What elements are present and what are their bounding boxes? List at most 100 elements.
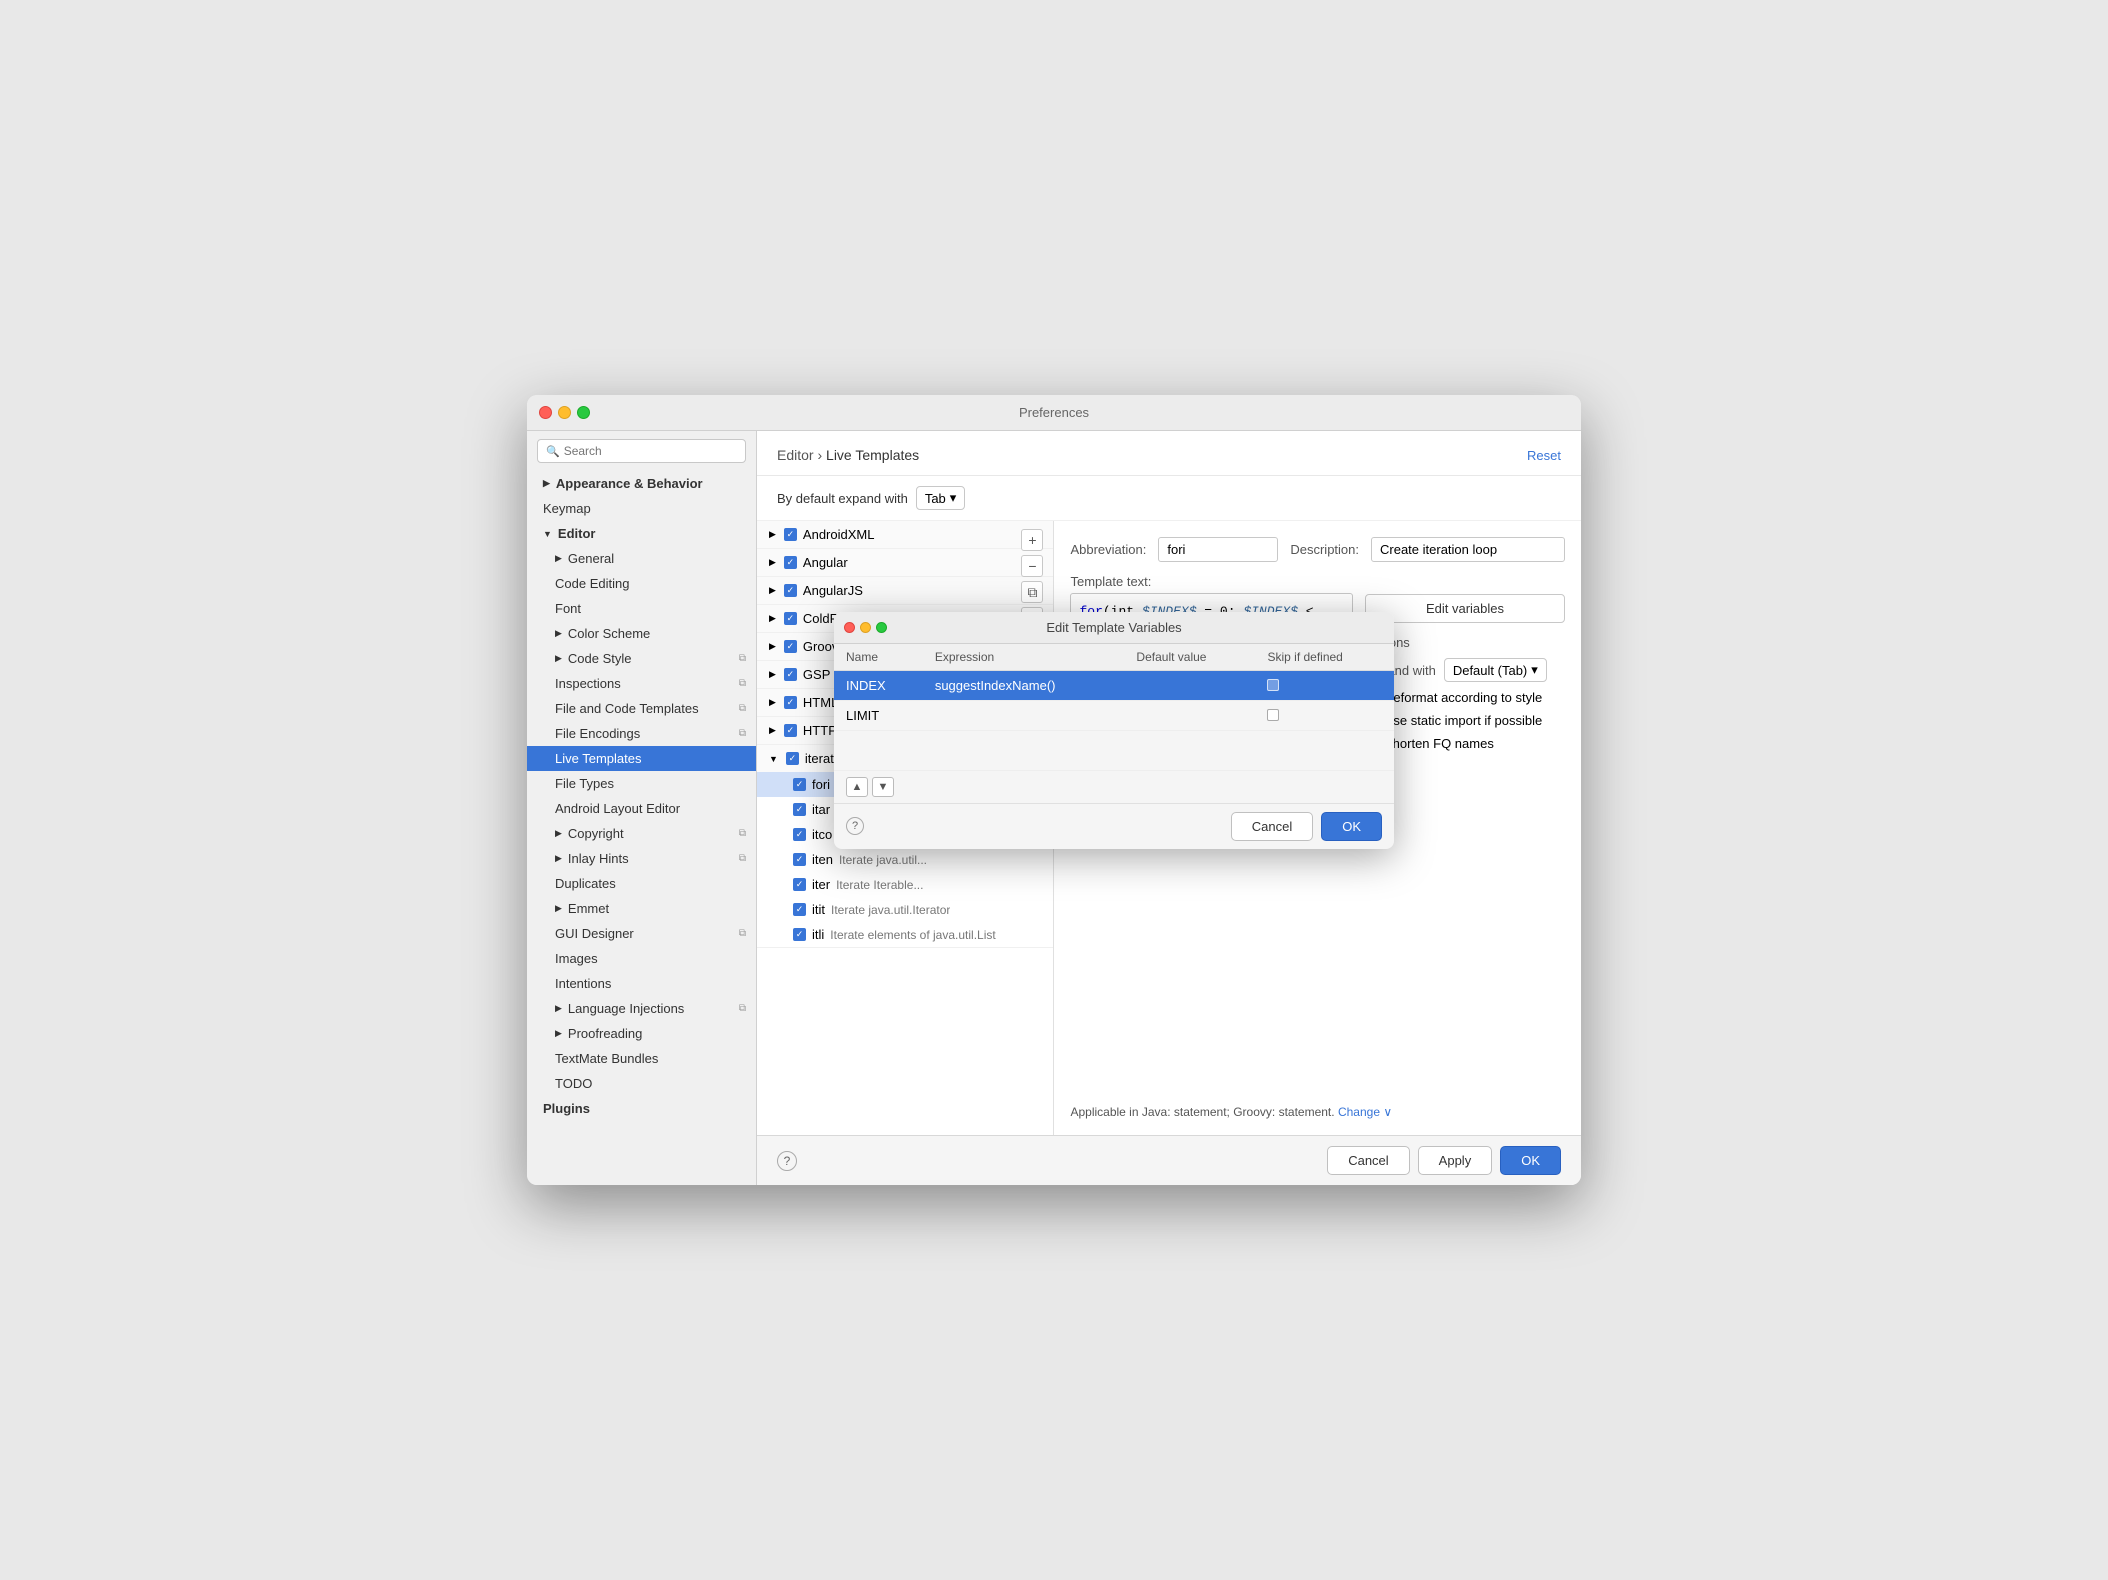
modal-close-button[interactable] [844,622,855,633]
modal-cancel-button[interactable]: Cancel [1231,812,1313,841]
chevron-right-icon: ▶ [555,1003,562,1014]
group-angularjs-header[interactable]: ▶ AngularJS [757,577,1053,604]
sidebar-item-label: TODO [555,1076,592,1091]
group-angular-header[interactable]: ▶ Angular [757,549,1053,576]
template-fori-checkbox[interactable] [793,778,806,791]
modal-help-button[interactable]: ? [846,817,864,835]
description-label: Description: [1290,542,1359,557]
copy-icon: ⧉ [739,728,746,739]
reformat-label: Reformat according to style [1384,690,1542,705]
template-itco-checkbox[interactable] [793,828,806,841]
copy-template-button[interactable]: ⧉ [1021,581,1043,603]
sidebar-item-general[interactable]: ▶ General [527,546,756,571]
add-template-button[interactable]: + [1021,529,1043,551]
change-link[interactable]: Change ∨ [1338,1105,1392,1119]
sidebar-item-gui-designer[interactable]: GUI Designer ⧉ [527,921,756,946]
group-iterations-checkbox[interactable] [786,752,799,765]
sidebar-item-code-style[interactable]: ▶ Code Style ⧉ [527,646,756,671]
sidebar-item-language-injections[interactable]: ▶ Language Injections ⧉ [527,996,756,1021]
sidebar-item-copyright[interactable]: ▶ Copyright ⧉ [527,821,756,846]
modal-footer: ? Cancel OK [834,803,1394,849]
group-angular-checkbox[interactable] [784,556,797,569]
sidebar-item-label: Images [555,951,598,966]
template-itit-checkbox[interactable] [793,903,806,916]
template-itli-checkbox[interactable] [793,928,806,941]
minimize-button[interactable] [558,406,571,419]
move-down-button[interactable]: ▼ [872,777,894,797]
modal-minimize-button[interactable] [860,622,871,633]
group-androidxml-header[interactable]: ▶ AndroidXML [757,521,1053,548]
help-button[interactable]: ? [777,1151,797,1171]
group-gsp-checkbox[interactable] [784,668,797,681]
chevron-right-icon: ▶ [769,725,776,736]
modal-ok-button[interactable]: OK [1321,812,1382,841]
copy-icon: ⧉ [739,1003,746,1014]
sidebar-item-android-layout[interactable]: Android Layout Editor [527,796,756,821]
group-label: Angular [803,555,848,570]
template-text-label: Template text: [1070,574,1353,589]
group-coldfusion-checkbox[interactable] [784,612,797,625]
sidebar-item-inspections[interactable]: Inspections ⧉ [527,671,756,696]
traffic-lights [539,406,590,419]
search-input[interactable] [564,444,737,458]
move-up-button[interactable]: ▲ [846,777,868,797]
plus-icon: + [1028,532,1036,548]
sidebar-item-file-encodings[interactable]: File Encodings ⧉ [527,721,756,746]
modal-arrow-row: ▲ ▼ [834,771,1394,803]
sidebar-item-todo[interactable]: TODO [527,1071,756,1096]
edit-variables-button[interactable]: Edit variables [1365,594,1565,623]
expand-with-row: Expand with Default (Tab) ▾ [1365,658,1565,682]
remove-template-button[interactable]: − [1021,555,1043,577]
template-item-itli[interactable]: itli Iterate elements of java.util.List [757,922,1053,947]
expand-with-dropdown[interactable]: Tab ▾ [916,486,966,510]
sidebar-item-appearance[interactable]: ▶ Appearance & Behavior [527,471,756,496]
row-skip[interactable] [1255,670,1394,700]
group-groovy-checkbox[interactable] [784,640,797,653]
sidebar-item-keymap[interactable]: Keymap [527,496,756,521]
group-htmlxml-checkbox[interactable] [784,696,797,709]
template-itar-checkbox[interactable] [793,803,806,816]
maximize-button[interactable] [577,406,590,419]
group-angularjs-checkbox[interactable] [784,584,797,597]
sidebar-item-label: Code Style [568,651,632,666]
sidebar-item-file-types[interactable]: File Types [527,771,756,796]
sidebar-item-inlay-hints[interactable]: ▶ Inlay Hints ⧉ [527,846,756,871]
sidebar-item-emmet[interactable]: ▶ Emmet [527,896,756,921]
modal-maximize-button[interactable] [876,622,887,633]
template-item-iten[interactable]: iten Iterate java.util... [757,847,1053,872]
group-httprequest-checkbox[interactable] [784,724,797,737]
table-row[interactable]: INDEX suggestIndexName() [834,670,1394,700]
cancel-button[interactable]: Cancel [1327,1146,1409,1175]
sidebar-item-images[interactable]: Images [527,946,756,971]
copy-icon: ⧉ [739,928,746,939]
sidebar-item-editor[interactable]: ▼ Editor [527,521,756,546]
group-androidxml-checkbox[interactable] [784,528,797,541]
apply-button[interactable]: Apply [1418,1146,1493,1175]
abbreviation-input[interactable] [1158,537,1278,562]
template-name: fori [812,777,830,792]
sidebar-item-plugins[interactable]: Plugins [527,1096,756,1121]
template-iten-checkbox[interactable] [793,853,806,866]
description-input[interactable] [1371,537,1565,562]
sidebar-item-live-templates[interactable]: Live Templates [527,746,756,771]
sidebar-item-duplicates[interactable]: Duplicates [527,871,756,896]
sidebar-item-proofreading[interactable]: ▶ Proofreading [527,1021,756,1046]
close-button[interactable] [539,406,552,419]
sidebar-item-intentions[interactable]: Intentions [527,971,756,996]
reset-button[interactable]: Reset [1527,448,1561,463]
sidebar-item-textmate[interactable]: TextMate Bundles [527,1046,756,1071]
template-item-iter[interactable]: iter Iterate Iterable... [757,872,1053,897]
sidebar-item-code-editing[interactable]: Code Editing [527,571,756,596]
table-row[interactable]: LIMIT [834,700,1394,730]
template-item-itit[interactable]: itit Iterate java.util.Iterator [757,897,1053,922]
sidebar-item-label: Language Injections [568,1001,684,1016]
row-skip[interactable] [1255,700,1394,730]
search-box[interactable]: 🔍 [537,439,746,463]
template-iter-checkbox[interactable] [793,878,806,891]
sidebar-item-font[interactable]: Font [527,596,756,621]
ok-button[interactable]: OK [1500,1146,1561,1175]
sidebar-item-label: GUI Designer [555,926,634,941]
sidebar-item-file-code-templates[interactable]: File and Code Templates ⧉ [527,696,756,721]
expand-with-options-dropdown[interactable]: Default (Tab) ▾ [1444,658,1547,682]
sidebar-item-color-scheme[interactable]: ▶ Color Scheme [527,621,756,646]
